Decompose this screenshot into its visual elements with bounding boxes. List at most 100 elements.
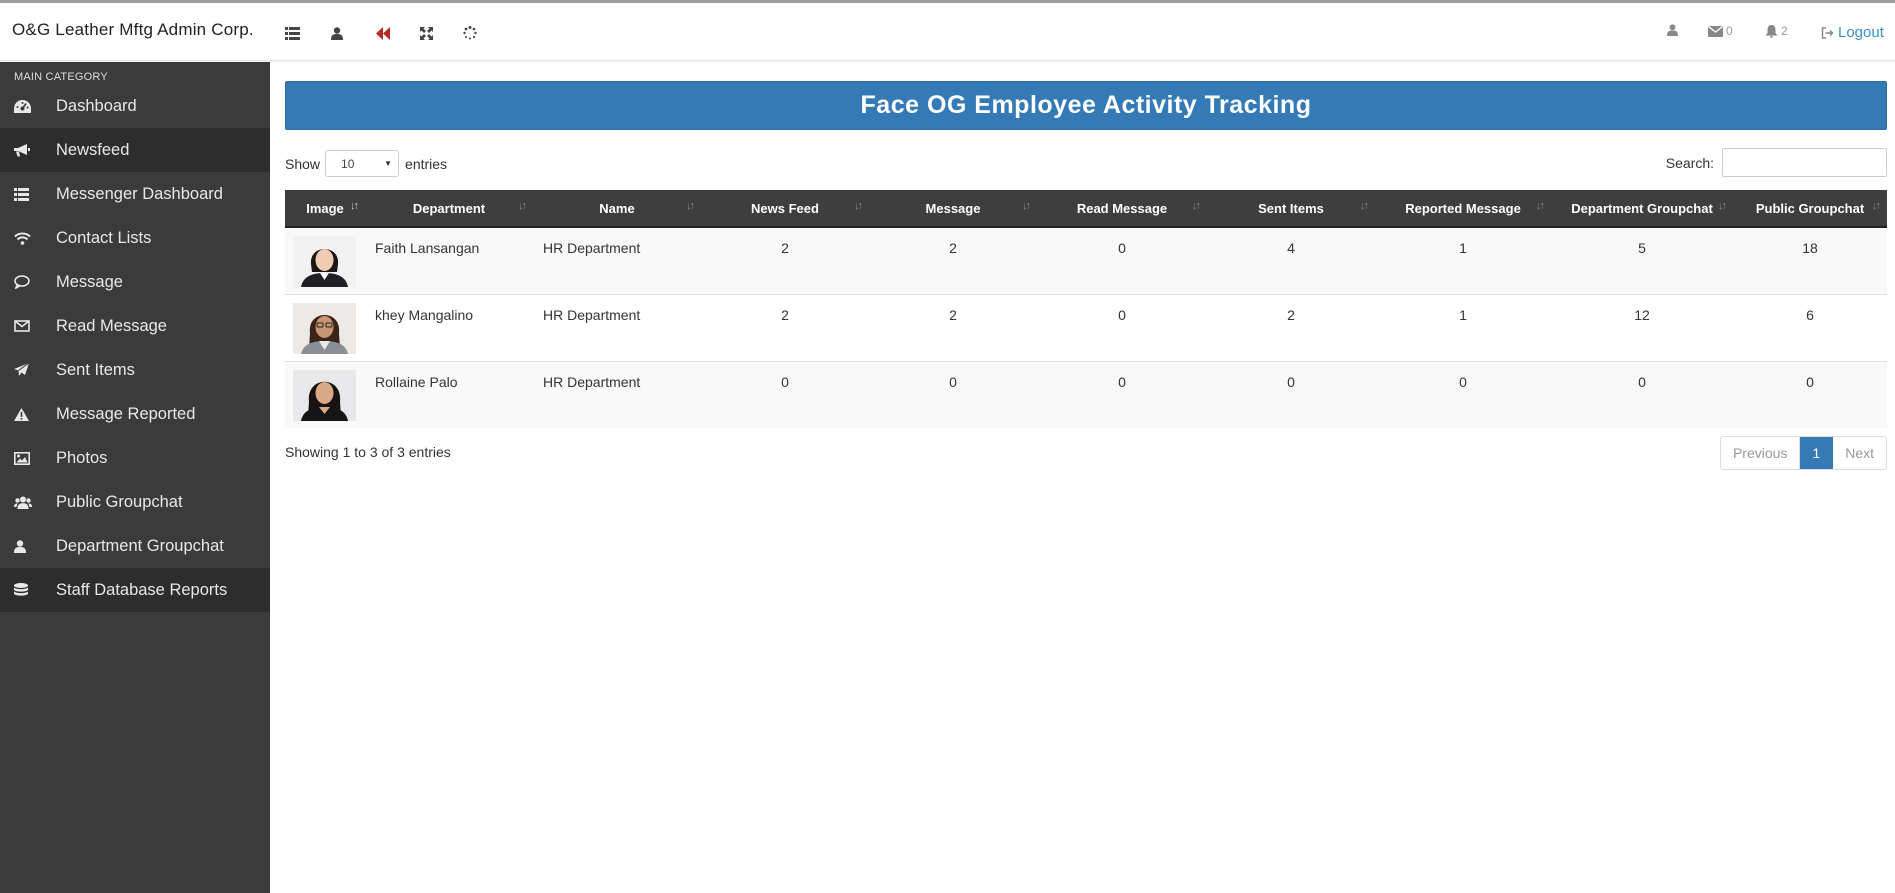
sidebar-item-label: Sent Items — [56, 360, 135, 379]
employee-photo — [293, 302, 356, 354]
column-header-public-groupchat[interactable]: Public Groupchat ↓↑ — [1733, 190, 1887, 228]
wifi-icon — [0, 232, 56, 245]
sidebar-item-label: Newsfeed — [56, 140, 130, 159]
sidebar-item-newsfeed[interactable]: Newsfeed — [0, 128, 270, 172]
sidebar-item-photos[interactable]: Photos — [0, 436, 270, 480]
sidebar-item-label: Read Message — [56, 316, 167, 335]
sidebar-item-label: Message Reported — [56, 404, 196, 423]
logout-label: Logout — [1838, 24, 1884, 41]
pagination: Previous 1 Next — [1719, 436, 1887, 470]
next-button[interactable]: Next — [1833, 437, 1886, 469]
page-title: Face OG Employee Activity Tracking — [285, 81, 1887, 130]
sort-icon: ↓↑ — [1872, 200, 1881, 212]
sort-icon: ↓↑ — [686, 200, 695, 212]
notifications-indicator[interactable]: 2 — [1765, 24, 1788, 38]
sort-icon: ↓↑ — [854, 200, 863, 212]
caret-down-icon: ▼ — [384, 159, 393, 168]
sidebar-item-label: Department Groupchat — [56, 536, 224, 555]
notifications-count: 2 — [1781, 24, 1788, 38]
sidebar-item-label: Messenger Dashboard — [56, 184, 223, 203]
search-label: Search: — [1665, 154, 1714, 171]
sidebar-item-sent-items[interactable]: Sent Items — [0, 348, 270, 392]
cell-sent-items: 0 — [1287, 373, 1295, 390]
cell-read-message: 0 — [1118, 240, 1126, 256]
sidebar-item-message-reported[interactable]: Message Reported — [0, 392, 270, 436]
cell-message: 2 — [949, 240, 957, 256]
logout-link[interactable]: Logout — [1821, 24, 1884, 41]
cell-read-message: 0 — [1118, 306, 1126, 323]
column-header-department-groupchat[interactable]: Department Groupchat ↓↑ — [1551, 190, 1733, 228]
fast-backward-icon[interactable] — [373, 23, 393, 43]
column-header-name[interactable]: Name ↓↑ — [533, 190, 701, 228]
cell-message: 2 — [949, 306, 957, 323]
cell-sent-items: 2 — [1287, 306, 1295, 323]
entries-length-control: Show 10 ▼ entries — [285, 150, 447, 177]
messages-indicator[interactable]: 0 — [1708, 24, 1733, 38]
column-header-department[interactable]: Department ↓↑ — [365, 190, 533, 228]
table-row: Faith Lansangan HR Department 2 2 0 4 1 … — [285, 227, 1887, 294]
employee-photo — [293, 369, 356, 421]
user-icon — [0, 539, 56, 553]
sidebar-item-label: Public Groupchat — [56, 492, 183, 511]
sidebar-item-dashboard[interactable]: Dashboard — [0, 84, 270, 128]
column-header-message[interactable]: Message ↓↑ — [869, 190, 1037, 228]
brand-title[interactable]: O&G Leather Mftg Admin Corp. — [12, 20, 254, 40]
cell-sent-items: 4 — [1287, 240, 1295, 256]
column-header-sent-items[interactable]: Sent Items ↓↑ — [1207, 190, 1375, 228]
users-icon — [0, 496, 56, 509]
comment-icon — [0, 275, 56, 289]
entries-label: entries — [405, 155, 448, 172]
cell-news-feed: 0 — [781, 373, 789, 390]
fullscreen-icon[interactable] — [416, 23, 436, 43]
column-header-news-feed[interactable]: News Feed ↓↑ — [701, 190, 869, 228]
cell-public-groupchat: 18 — [1802, 240, 1818, 256]
sidebar-item-contact-lists[interactable]: Contact Lists — [0, 216, 270, 260]
sign-out-icon — [1821, 26, 1834, 39]
user-icon[interactable] — [327, 23, 347, 43]
sort-icon: ↓↑ — [1022, 200, 1031, 212]
cell-news-feed: 2 — [781, 240, 789, 256]
sort-icon: ↓↑ — [1360, 200, 1369, 212]
table-footer: Showing 1 to 3 of 3 entries Previous 1 N… — [285, 428, 1887, 488]
cell-news-feed: 2 — [781, 306, 789, 323]
spinner-icon[interactable] — [460, 23, 480, 43]
table-row: Rollaine Palo HR Department 0 0 0 0 0 0 … — [285, 361, 1887, 428]
cell-name: HR Department — [543, 306, 641, 323]
main-content: Face OG Employee Activity Tracking Show … — [285, 81, 1887, 488]
sidebar-item-staff-database-reports[interactable]: Staff Database Reports — [0, 568, 270, 612]
cell-message: 0 — [949, 373, 957, 390]
previous-button[interactable]: Previous — [1721, 437, 1801, 469]
sidebar-nav: Dashboard Newsfeed Messenger Dashboard C… — [0, 84, 270, 612]
search-control: Search: — [1666, 148, 1887, 177]
sort-icon: ↓↑ — [1536, 200, 1545, 212]
page-1-button[interactable]: 1 — [1800, 437, 1834, 469]
entries-select[interactable]: 10 ▼ — [325, 150, 400, 177]
sort-icon: ↓↑ — [518, 200, 527, 212]
profile-icon[interactable] — [1667, 24, 1678, 36]
top-navbar: O&G Leather Mftg Admin Corp. 0 2 Logout — [0, 3, 1895, 61]
table-row: khey Mangalino HR Department 2 2 0 2 1 1… — [285, 294, 1887, 361]
list-icon — [0, 187, 56, 201]
sidebar-item-message[interactable]: Message — [0, 260, 270, 304]
sidebar-item-public-groupchat[interactable]: Public Groupchat — [0, 480, 270, 524]
cell-reported-message: 1 — [1459, 240, 1467, 256]
sidebar-category-label: MAIN CATEGORY — [14, 71, 108, 83]
sidebar-item-label: Staff Database Reports — [56, 580, 228, 599]
sidebar-item-messenger-dashboard[interactable]: Messenger Dashboard — [0, 172, 270, 216]
list-toggle-icon[interactable] — [282, 23, 302, 43]
sort-icon: ↓↑ — [1718, 200, 1727, 212]
entries-select-value: 10 — [341, 157, 355, 171]
column-header-read-message[interactable]: Read Message ↓↑ — [1037, 190, 1207, 228]
sort-icon: ↓↑ — [1192, 200, 1201, 212]
cell-read-message: 0 — [1118, 373, 1126, 390]
sidebar-item-department-groupchat[interactable]: Department Groupchat — [0, 524, 270, 568]
table-controls: Show 10 ▼ entries Search: — [285, 130, 1887, 190]
column-header-reported-message[interactable]: Reported Message ↓↑ — [1375, 190, 1551, 228]
table-header-row: Image ↓↑ Department ↓↑ Name ↓↑ News Feed ↓↑ … — [285, 190, 1887, 228]
cell-department: Rollaine Palo — [375, 373, 458, 390]
search-input[interactable] — [1722, 148, 1887, 177]
cell-department-groupchat: 12 — [1634, 306, 1650, 323]
sidebar-item-label: Photos — [56, 448, 108, 467]
sidebar-item-read-message[interactable]: Read Message — [0, 304, 270, 348]
column-header-image[interactable]: Image ↓↑ — [285, 190, 365, 228]
